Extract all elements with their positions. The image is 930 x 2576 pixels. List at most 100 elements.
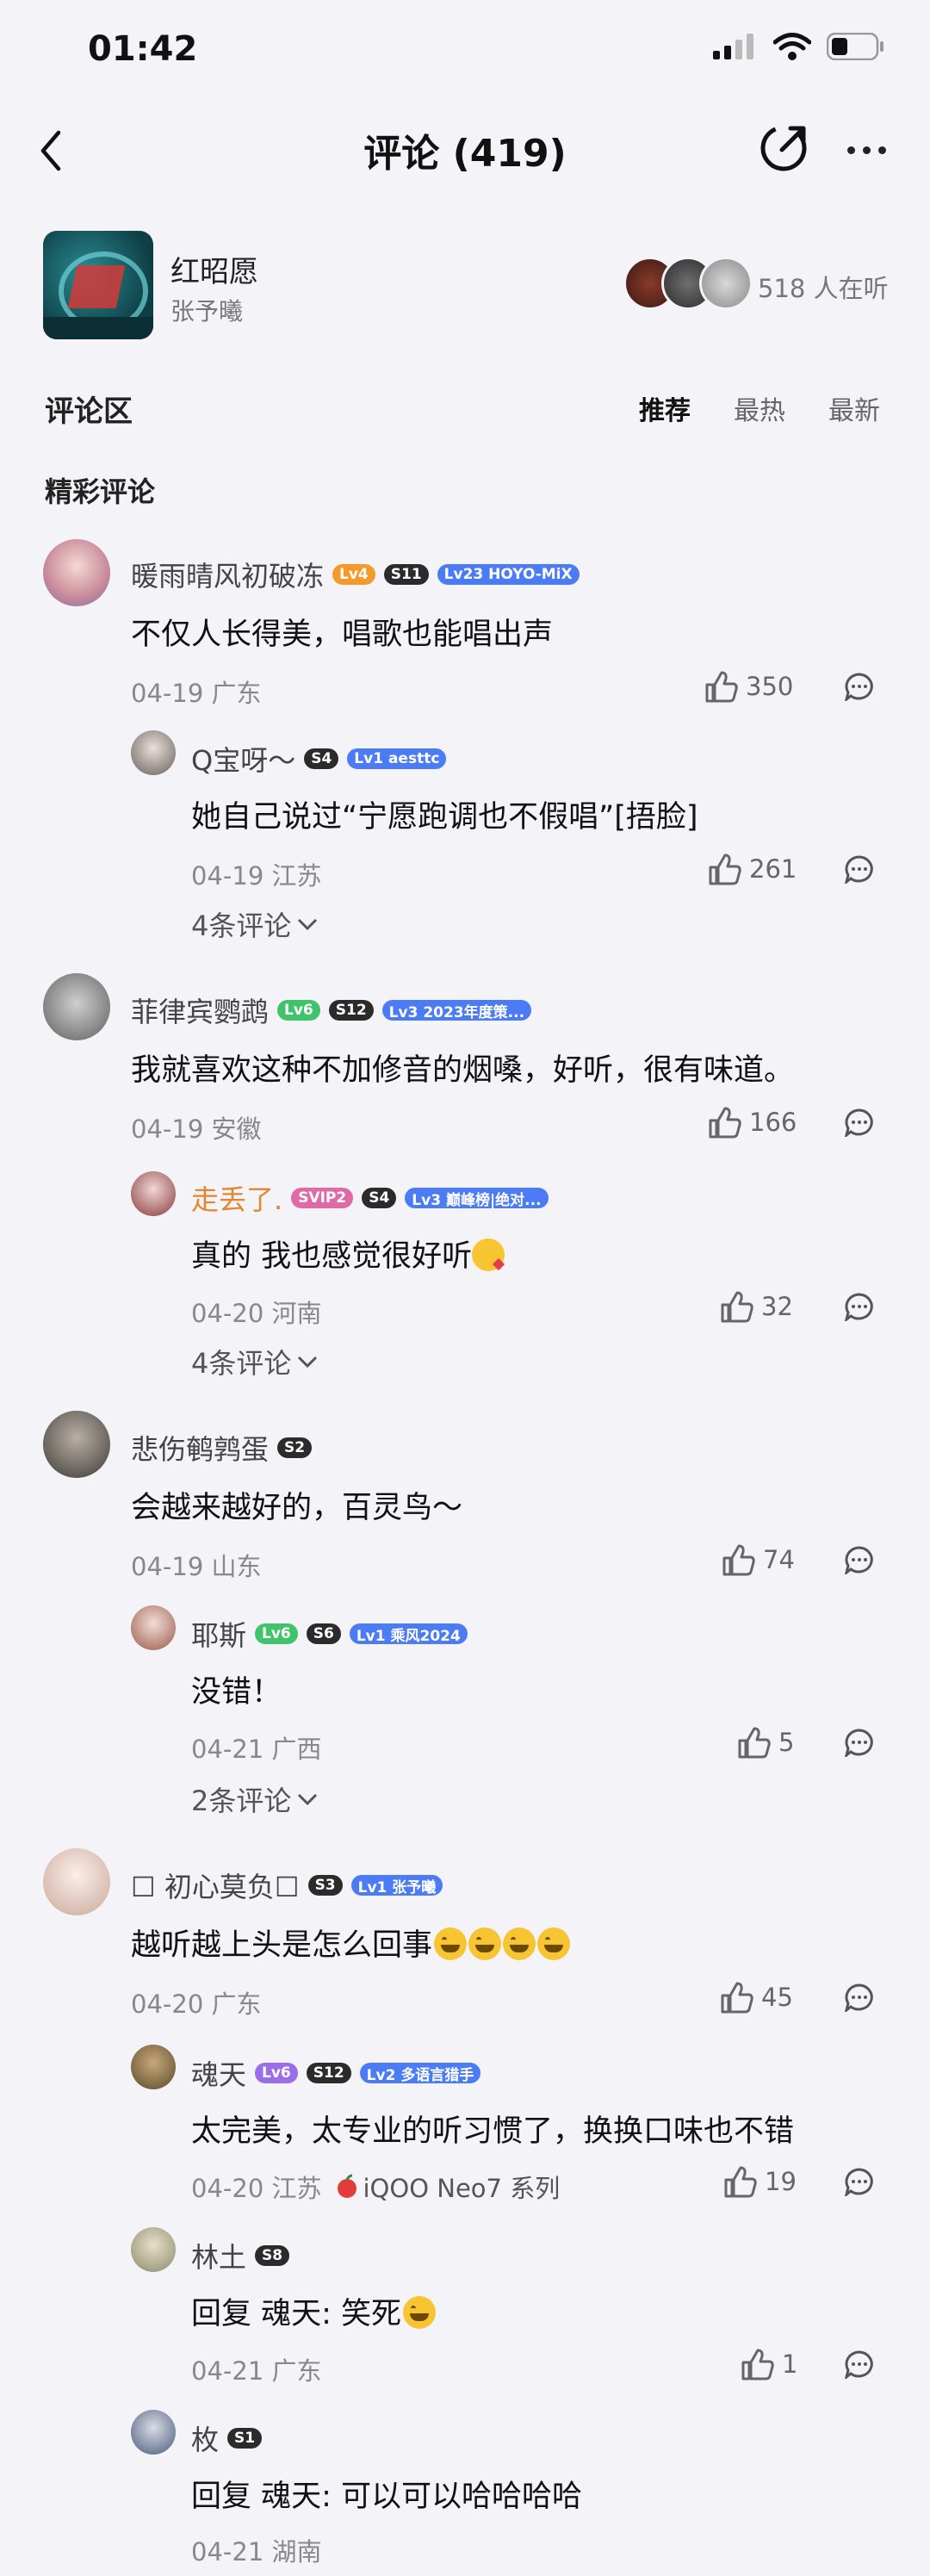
thumbs-up-icon [709, 1107, 741, 1139]
avatar[interactable] [131, 1605, 176, 1650]
username[interactable]: 耶斯 [191, 1614, 246, 1654]
season-badge[interactable]: S6 [306, 1623, 341, 1644]
avatar[interactable] [43, 1411, 110, 1478]
username[interactable]: 魂天 [191, 2053, 246, 2093]
like-button[interactable]: 261 [708, 853, 797, 885]
listener-avatars[interactable] [623, 257, 753, 310]
share-button[interactable] [758, 121, 811, 177]
avatar[interactable] [131, 2227, 176, 2272]
avatar[interactable] [43, 973, 110, 1040]
tears-of-joy-emoji-icon [503, 1927, 536, 1960]
avatar[interactable] [43, 539, 110, 606]
reply-text-content: 真的 我也感觉很好听 [191, 1239, 473, 1274]
comment-header: 暖雨晴风初破冻 Lv4 S11 Lv23 HOYO-MiX [131, 555, 580, 594]
thumbs-up-icon [722, 1544, 755, 1576]
svip-badge[interactable]: SVIP2 [291, 1188, 354, 1208]
level-badge[interactable]: Lv6 [255, 1623, 298, 1644]
reply-icon[interactable] [844, 2349, 875, 2379]
device-label: iQOO Neo7 系列 [334, 2169, 560, 2205]
reply-icon[interactable] [844, 1728, 875, 1757]
fan-badge[interactable]: Lv3 2023年度策... [381, 1000, 532, 1021]
username[interactable]: 悲伤鹌鹑蛋 [131, 1428, 269, 1468]
like-count: 5 [778, 1728, 795, 1757]
season-badge[interactable]: S3 [307, 1875, 343, 1896]
avatar[interactable] [131, 730, 176, 775]
view-more-replies[interactable]: 2条评论 [191, 1779, 319, 1819]
level-badge[interactable]: Lv4 [332, 564, 375, 585]
like-count: 45 [761, 1983, 793, 2012]
season-badge[interactable]: S4 [362, 1188, 397, 1208]
like-button[interactable]: 32 [720, 1290, 793, 1323]
level-badge[interactable]: Lv6 [255, 2063, 298, 2083]
avatar[interactable] [131, 2410, 176, 2455]
reply-icon[interactable] [844, 1545, 875, 1574]
fan-badge[interactable]: Lv23 HOYO-MiX [437, 564, 580, 585]
comment-text: 越听越上头是怎么回事 [131, 1921, 571, 1965]
avatar[interactable] [131, 1171, 176, 1216]
like-button[interactable]: 350 [704, 670, 793, 703]
thumbs-up-icon [709, 853, 741, 885]
like-count: 261 [749, 854, 797, 884]
song-cover[interactable] [43, 231, 153, 339]
username[interactable]: 走丢了. [191, 1178, 282, 1218]
like-button[interactable]: 166 [708, 1106, 797, 1139]
reply-icon[interactable] [844, 2167, 875, 2196]
username[interactable]: 枚 [191, 2418, 219, 2458]
reply-icon[interactable] [844, 672, 875, 701]
fan-badge[interactable]: Lv2 多语言猎手 [359, 2063, 481, 2084]
like-button[interactable]: 1 [741, 2348, 797, 2380]
song-artist[interactable]: 张予曦 [170, 293, 243, 327]
season-badge[interactable]: S12 [328, 1000, 374, 1021]
blowing-kiss-emoji-icon [472, 1238, 505, 1271]
season-badge[interactable]: S1 [227, 2428, 263, 2449]
like-button[interactable]: 45 [720, 1981, 793, 2014]
tears-of-joy-emoji-icon [468, 1927, 502, 1960]
status-time: 01:42 [88, 29, 198, 69]
reply-text: 回复 魂天: 可以可以哈哈哈哈 [191, 2480, 583, 2514]
thumbs-up-icon [705, 671, 738, 703]
chevron-down-icon [298, 1793, 318, 1806]
more-replies-label: 4条评论 [191, 1347, 292, 1380]
reply-icon[interactable] [844, 1292, 875, 1321]
song-title[interactable]: 红昭愿 [170, 248, 258, 290]
fan-badge[interactable]: Lv3 巅峰榜|绝对... [405, 1188, 549, 1209]
username[interactable]: ☐ 初心莫负☐ [131, 1865, 300, 1905]
more-menu-button[interactable] [847, 146, 886, 154]
username[interactable]: 暖雨晴风初破冻 [131, 555, 324, 594]
reply-icon[interactable] [844, 854, 875, 884]
reply-icon[interactable] [844, 1108, 875, 1137]
username[interactable]: 林土 [191, 2236, 246, 2275]
avatar[interactable] [43, 1848, 110, 1915]
thumbs-up-icon [724, 2166, 757, 2198]
thumbs-up-icon [721, 1982, 753, 2014]
like-button[interactable]: 5 [737, 1726, 794, 1759]
like-button[interactable]: 19 [723, 2165, 797, 2198]
tab-hottest[interactable]: 最热 [734, 389, 785, 427]
view-more-replies[interactable]: 4条评论 [191, 1342, 319, 1381]
view-more-replies[interactable]: 4条评论 [191, 904, 319, 944]
username[interactable]: 菲律宾鹦鹉 [131, 990, 269, 1030]
status-icons [713, 32, 885, 64]
avatar[interactable] [131, 2045, 176, 2089]
tab-recommended[interactable]: 推荐 [639, 389, 691, 427]
reply-meta: 04-21 广东 [191, 2356, 322, 2386]
reply-text: 太完美，太专业的听习惯了，换换口味也不错 [191, 2114, 795, 2149]
season-badge[interactable]: S2 [277, 1437, 313, 1458]
reply-icon[interactable] [844, 1983, 875, 2012]
tab-newest[interactable]: 最新 [828, 389, 880, 427]
fan-badge[interactable]: Lv1 乘风2024 [349, 1623, 468, 1645]
fan-badge[interactable]: Lv1 aesttc [347, 748, 447, 769]
season-badge[interactable]: S11 [383, 564, 429, 585]
season-badge[interactable]: S4 [304, 748, 339, 769]
level-badge[interactable]: Lv6 [277, 1000, 320, 1021]
season-badge[interactable]: S12 [306, 2063, 351, 2083]
username[interactable]: Q宝呀～ [191, 739, 295, 779]
like-button[interactable]: 74 [722, 1543, 795, 1576]
reply-text: 她自己说过“宁愿跑调也不假唱”[捂脸] [191, 800, 698, 835]
apple-icon [337, 2174, 356, 2198]
comment-text-content: 越听越上头是怎么回事 [131, 1928, 433, 1963]
tears-of-joy-emoji-icon [537, 1927, 571, 1960]
like-count: 19 [765, 2167, 797, 2196]
season-badge[interactable]: S8 [255, 2245, 290, 2266]
fan-badge[interactable]: Lv1 张予曦 [350, 1875, 443, 1896]
